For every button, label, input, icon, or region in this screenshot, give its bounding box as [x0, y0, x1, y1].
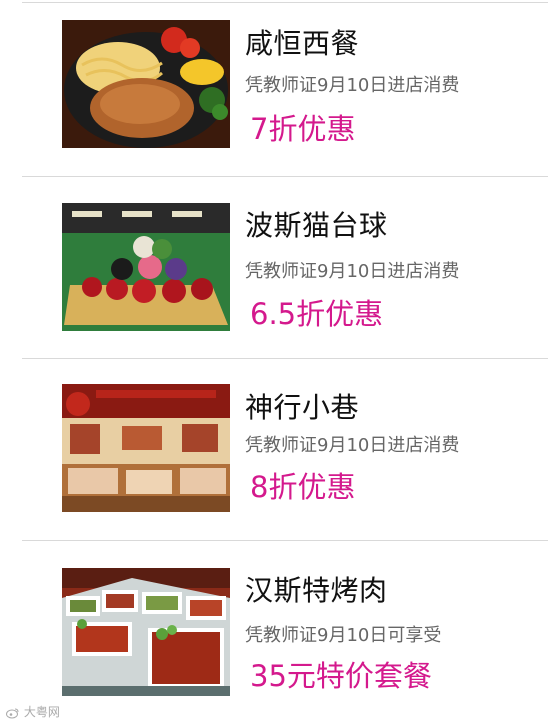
- restaurant-interior-image: [62, 384, 230, 512]
- watermark-text: 大粤网: [23, 705, 60, 719]
- deal-offer: 6.5折优惠: [250, 297, 384, 331]
- deal-offer: 8折优惠: [250, 470, 356, 504]
- deal-card[interactable]: 咸恒西餐 凭教师证9月10日进店消费 7折优惠: [0, 0, 560, 180]
- deal-list: 咸恒西餐 凭教师证9月10日进店消费 7折优惠 波斯猫台球 凭教师证9月10日进…: [0, 0, 560, 725]
- deal-condition: 凭教师证9月10日进店消费: [245, 75, 460, 96]
- watermark: 大粤网: [6, 703, 60, 720]
- deal-condition: 凭教师证9月10日进店消费: [245, 435, 460, 456]
- deal-name: 咸恒西餐: [245, 27, 360, 60]
- deal-condition: 凭教师证9月10日可享受: [245, 625, 442, 646]
- divider: [22, 358, 548, 359]
- deal-card[interactable]: 神行小巷 凭教师证9月10日进店消费 8折优惠: [0, 360, 560, 540]
- steak-plate-image: [62, 20, 230, 148]
- weibo-icon: [6, 707, 20, 719]
- deal-condition: 凭教师证9月10日进店消费: [245, 261, 460, 282]
- deal-name: 神行小巷: [245, 391, 360, 424]
- deal-offer: 35元特价套餐: [250, 659, 432, 693]
- deal-offer: 7折优惠: [250, 112, 356, 146]
- deal-name: 汉斯特烤肉: [245, 574, 388, 607]
- divider: [22, 540, 548, 541]
- divider: [22, 176, 548, 177]
- deal-card[interactable]: 汉斯特烤肉 凭教师证9月10日可享受 35元特价套餐: [0, 545, 560, 725]
- deal-name: 波斯猫台球: [245, 209, 388, 242]
- billiards-balls-image: [62, 203, 230, 331]
- buffet-meat-image: [62, 568, 230, 696]
- deal-card[interactable]: 波斯猫台球 凭教师证9月10日进店消费 6.5折优惠: [0, 180, 560, 360]
